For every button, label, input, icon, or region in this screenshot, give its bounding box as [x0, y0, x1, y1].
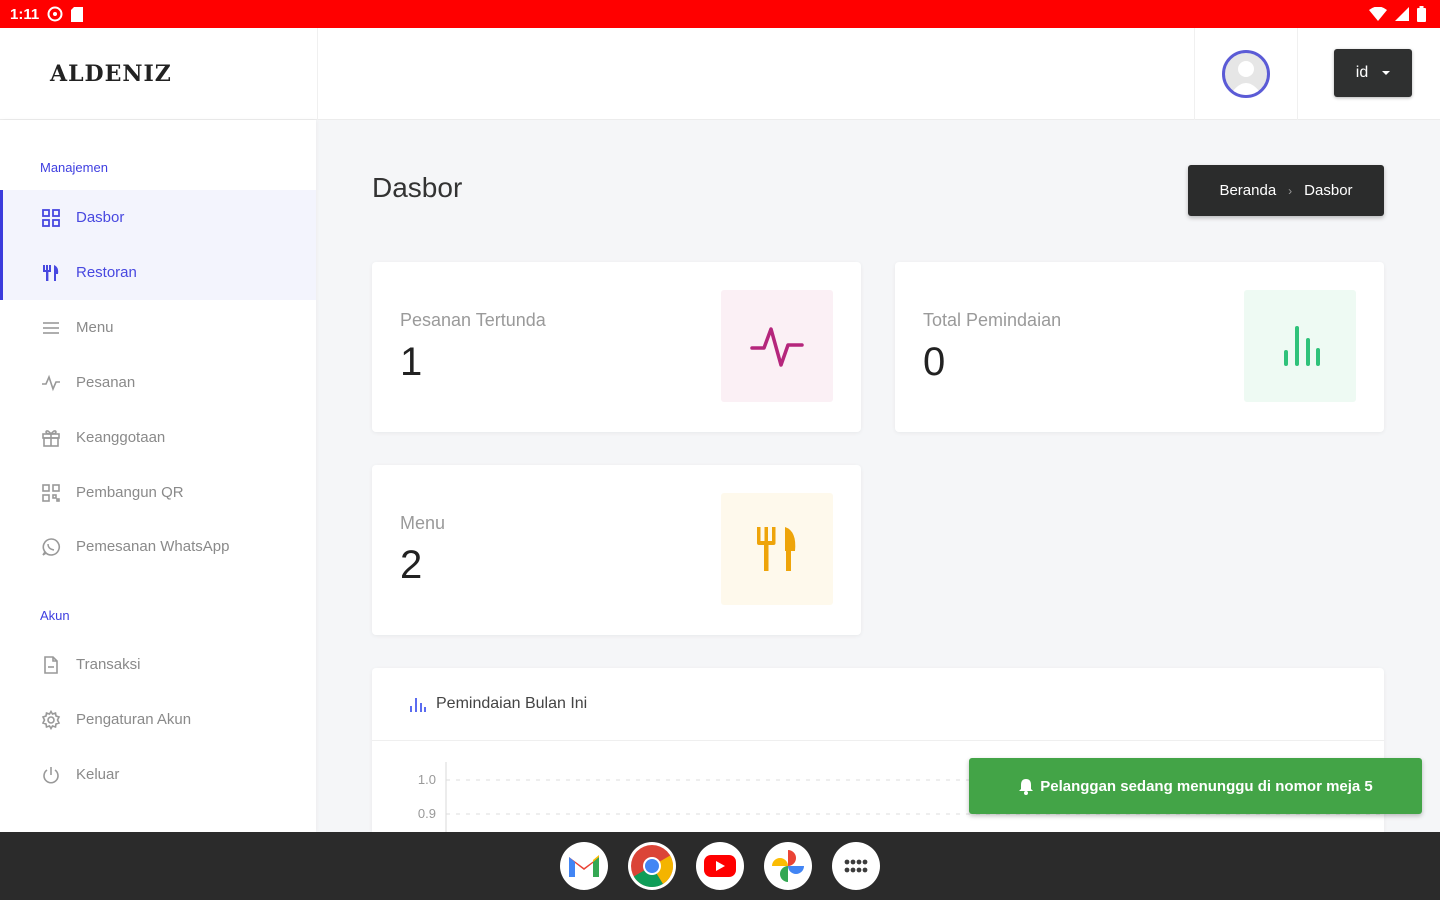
stat-label: Menu: [400, 513, 446, 533]
sidebar-item-restoran[interactable]: Restoran: [0, 245, 316, 300]
bell-icon: [1019, 778, 1034, 795]
sidebar-item-transaksi[interactable]: Transaksi: [0, 637, 316, 692]
utensils-icon: [757, 527, 796, 571]
stat-label: Total Pemindaian: [923, 310, 1062, 330]
signal-icon: [1395, 7, 1409, 21]
app-launcher-icon: [844, 859, 868, 873]
sidebar-item-pemesanan-whatsapp[interactable]: Pemesanan WhatsApp: [0, 519, 316, 574]
language-value: id: [1355, 64, 1369, 81]
sidebar-item-pesanan[interactable]: Pesanan: [0, 355, 316, 410]
chrome-icon: [631, 845, 674, 888]
gift-icon: [40, 427, 62, 449]
sidebar-item-label: Dasbor: [76, 209, 125, 226]
activity-icon: [40, 372, 62, 394]
dashboard-grid-icon: [40, 207, 62, 229]
stat-icon-box: [1244, 290, 1356, 402]
chart-y-tick-label: 0.9: [418, 806, 436, 821]
taskbar: [0, 832, 1440, 900]
notification-toast[interactable]: Pelanggan sedang menunggu di nomor meja …: [969, 758, 1422, 814]
stat-label: Pesanan Tertunda: [400, 310, 546, 330]
chart-y-tick-label: 1.0: [418, 772, 436, 787]
chevron-down-icon: [1382, 71, 1391, 75]
youtube-icon: [704, 855, 736, 877]
sidebar: Manajemen Dasbor Restoran Menu Pesanan K…: [0, 120, 316, 832]
sidebar-item-keluar[interactable]: Keluar: [0, 747, 316, 802]
sidebar-item-label: Transaksi: [76, 656, 141, 673]
sidebar-section-akun: Akun: [40, 608, 70, 623]
page-title: Dasbor: [372, 172, 463, 203]
bar-chart-icon: [1284, 326, 1320, 366]
breadcrumb-current: Dasbor: [1304, 182, 1353, 199]
status-time: 1:11: [10, 5, 40, 23]
utensils-icon: [40, 262, 62, 284]
status-bar: 1:11: [0, 0, 1440, 28]
sidebar-item-label: Pengaturan Akun: [76, 711, 192, 728]
language-dropdown[interactable]: id: [1334, 49, 1412, 97]
sidebar-item-label: Pesanan: [76, 374, 136, 391]
app-youtube[interactable]: [696, 842, 744, 890]
breadcrumb-link-beranda[interactable]: Beranda: [1219, 182, 1276, 199]
stat-icon-box: [721, 493, 833, 605]
stat-card-pesanan-tertunda[interactable]: Pesanan Tertunda 1: [372, 262, 861, 432]
sidebar-item-keanggotaan[interactable]: Keanggotaan: [0, 410, 316, 465]
toast-message: Pelanggan sedang menunggu di nomor meja …: [1040, 777, 1373, 795]
stat-card-menu[interactable]: Menu 2: [372, 465, 861, 635]
brand-name: ALDENIZ: [50, 61, 172, 87]
bar-chart-icon: [410, 698, 426, 712]
sidebar-item-label: Pemesanan WhatsApp: [76, 538, 230, 555]
sidebar-item-dasbor[interactable]: Dasbor: [0, 190, 316, 245]
user-menu[interactable]: [1194, 28, 1298, 120]
stat-value: 1: [400, 340, 423, 384]
whatsapp-icon: [40, 536, 62, 558]
chevron-right-icon: ›: [1288, 183, 1293, 198]
sync-icon: [47, 6, 63, 22]
power-icon: [40, 764, 62, 786]
sidebar-item-label: Keanggotaan: [76, 429, 166, 446]
app-photos[interactable]: [764, 842, 812, 890]
sidebar-item-label: Restoran: [76, 264, 137, 281]
document-icon: [40, 654, 62, 676]
chart-header: Pemindaian Bulan Ini: [372, 668, 1384, 741]
breadcrumb: Beranda › Dasbor: [1188, 165, 1384, 216]
brand-logo[interactable]: ALDENIZ: [0, 28, 318, 120]
qr-icon: [40, 482, 62, 504]
chart-title: Pemindaian Bulan Ini: [436, 695, 588, 712]
activity-icon: [750, 327, 804, 367]
sidebar-item-pembangun-qr[interactable]: Pembangun QR: [0, 465, 316, 520]
app-gmail[interactable]: [560, 842, 608, 890]
stat-card-total-pemindaian[interactable]: Total Pemindaian 0: [895, 262, 1384, 432]
sidebar-item-label: Menu: [76, 319, 114, 336]
sidebar-item-pengaturan-akun[interactable]: Pengaturan Akun: [0, 692, 316, 747]
gear-icon: [40, 709, 62, 731]
sidebar-item-menu[interactable]: Menu: [0, 300, 316, 355]
sidebar-item-label: Keluar: [76, 766, 120, 783]
wifi-icon: [1369, 7, 1387, 21]
gmail-icon: [569, 855, 599, 877]
list-icon: [40, 317, 62, 339]
sd-card-icon: [71, 6, 84, 22]
app-chrome[interactable]: [628, 842, 676, 890]
sidebar-item-label: Pembangun QR: [76, 484, 184, 501]
stat-icon-box: [721, 290, 833, 402]
stat-value: 2: [400, 543, 423, 587]
top-header: ALDENIZ id: [0, 28, 1440, 120]
user-icon: [1230, 61, 1262, 95]
avatar[interactable]: [1222, 50, 1270, 98]
battery-icon: [1417, 6, 1426, 22]
stat-value: 0: [923, 340, 946, 384]
sidebar-section-manajemen: Manajemen: [40, 160, 108, 175]
photos-icon: [772, 850, 804, 882]
app-launcher[interactable]: [832, 842, 880, 890]
